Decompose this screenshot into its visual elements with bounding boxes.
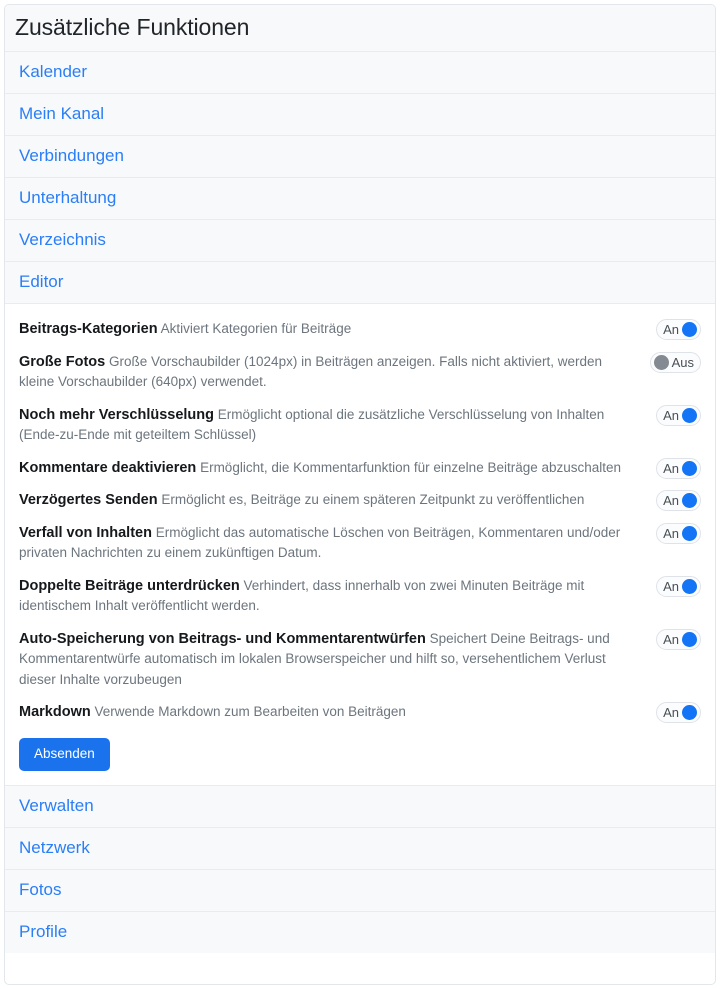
setting-row: Auto-Speicherung von Beitrags- und Komme… xyxy=(5,623,715,697)
setting-description: Beitrags-Kategorien Aktiviert Kategorien… xyxy=(19,319,629,340)
setting-toggle[interactable]: An xyxy=(656,457,701,479)
setting-row: Doppelte Beiträge unterdrücken Verhinder… xyxy=(5,570,715,623)
setting-label: Noch mehr Verschlüsselung xyxy=(19,406,215,423)
toggle-knob-icon xyxy=(682,705,697,720)
setting-toggle[interactable]: An xyxy=(656,702,701,723)
submit-button[interactable]: Absenden xyxy=(19,737,110,771)
setting-label: Kommentare deaktivieren xyxy=(19,459,197,476)
setting-description: Große Fotos Große Vorschaubilder (1024px… xyxy=(19,352,629,393)
toggle-state-label: An xyxy=(663,407,679,423)
setting-description: Markdown Verwende Markdown zum Bearbeite… xyxy=(19,702,629,723)
toggle-state-label: An xyxy=(663,705,679,720)
setting-label: Auto-Speicherung von Beitrags- und Komme… xyxy=(19,630,426,647)
toggle-state-label: An xyxy=(663,460,679,476)
settings-list: Beitrags-Kategorien Aktiviert Kategorien… xyxy=(5,313,715,729)
toggle-state-label: An xyxy=(663,322,679,337)
toggle-state-label: An xyxy=(663,631,679,647)
setting-description-text: Aktiviert Kategorien für Beiträge xyxy=(160,321,352,336)
setting-label: Verfall von Inhalten xyxy=(19,524,152,541)
toggle-state-label: An xyxy=(663,525,679,541)
section-link-fotos[interactable]: Fotos xyxy=(5,868,715,911)
toggle-knob-icon xyxy=(682,525,697,541)
toggle-knob-icon xyxy=(682,322,697,337)
toggle-knob-icon xyxy=(682,460,697,476)
toggle-state-label: Aus xyxy=(671,354,694,370)
section-link-profile[interactable]: Profile xyxy=(5,910,715,953)
setting-description-text: Große Vorschaubilder (1024px) in Beiträg… xyxy=(19,353,602,390)
section-link-verzeichnis[interactable]: Verzeichnis xyxy=(5,219,715,261)
setting-label: Doppelte Beiträge unterdrücken xyxy=(19,577,240,594)
toggle-knob-icon xyxy=(653,354,669,370)
setting-toggle[interactable]: An xyxy=(656,575,701,597)
setting-label: Verzögertes Senden xyxy=(19,492,158,508)
setting-label: Große Fotos xyxy=(19,353,106,370)
setting-description: Kommentare deaktivieren Ermöglicht, die … xyxy=(19,458,629,479)
section-link-mein-kanal[interactable]: Mein Kanal xyxy=(5,93,715,135)
setting-row: Kommentare deaktivieren Ermöglicht, die … xyxy=(5,452,715,485)
setting-label: Beitrags-Kategorien xyxy=(19,321,158,337)
toggle-state-label: An xyxy=(663,578,679,594)
setting-description-text: Ermöglicht, die Kommentarfunktion für ei… xyxy=(200,459,622,475)
section-link-verwalten[interactable]: Verwalten xyxy=(5,784,715,827)
top-section-list: Kalender Mein Kanal Verbindungen Unterhaltu… xyxy=(5,51,715,303)
section-link-kalender[interactable]: Kalender xyxy=(5,51,715,93)
toggle-knob-icon xyxy=(682,578,697,594)
bottom-section-list: Verwalten Netzwerk Fotos Profile xyxy=(5,784,715,953)
setting-description: Verzögertes Senden Ermöglicht es, Beiträ… xyxy=(19,490,629,511)
setting-row: Noch mehr Verschlüsselung Ermöglicht opt… xyxy=(5,399,715,452)
toggle-knob-icon xyxy=(682,631,697,647)
setting-description-text: Ermöglicht es, Beiträge zu einem spätere… xyxy=(161,492,585,507)
editor-settings-body: Beitrags-Kategorien Aktiviert Kategorien… xyxy=(5,303,715,785)
setting-row: Beitrags-Kategorien Aktiviert Kategorien… xyxy=(5,313,715,346)
setting-description: Noch mehr Verschlüsselung Ermöglicht opt… xyxy=(19,405,629,446)
section-link-verbindungen[interactable]: Verbindungen xyxy=(5,135,715,177)
setting-description-text: Verwende Markdown zum Bearbeiten von Bei… xyxy=(94,704,406,719)
setting-toggle[interactable]: An xyxy=(656,522,701,544)
setting-description: Verfall von Inhalten Ermöglicht das auto… xyxy=(19,523,629,564)
setting-toggle[interactable]: An xyxy=(656,490,701,511)
page-title: Zusätzliche Funktionen xyxy=(5,5,715,51)
setting-description: Auto-Speicherung von Beitrags- und Komme… xyxy=(19,629,629,691)
setting-description: Doppelte Beiträge unterdrücken Verhinder… xyxy=(19,576,629,617)
section-link-unterhaltung[interactable]: Unterhaltung xyxy=(5,177,715,219)
section-link-netzwerk[interactable]: Netzwerk xyxy=(5,826,715,869)
submit-button-row: Absenden xyxy=(5,729,715,777)
section-link-editor[interactable]: Editor xyxy=(5,261,715,303)
setting-toggle[interactable]: An xyxy=(656,404,701,426)
setting-row: Verzögertes Senden Ermöglicht es, Beiträ… xyxy=(5,484,715,517)
toggle-knob-icon xyxy=(682,407,697,423)
setting-row: Verfall von Inhalten Ermöglicht das auto… xyxy=(5,517,715,570)
setting-toggle[interactable]: Aus xyxy=(649,351,701,373)
setting-toggle[interactable]: An xyxy=(656,628,701,650)
settings-panel: Zusätzliche Funktionen Kalender Mein Kana… xyxy=(4,4,716,985)
setting-toggle[interactable]: An xyxy=(656,319,701,340)
toggle-state-label: An xyxy=(663,493,679,508)
toggle-knob-icon xyxy=(682,493,697,508)
setting-label: Markdown xyxy=(19,704,91,720)
setting-row: Große Fotos Große Vorschaubilder (1024px… xyxy=(5,346,715,399)
setting-row: Markdown Verwende Markdown zum Bearbeite… xyxy=(5,696,715,729)
